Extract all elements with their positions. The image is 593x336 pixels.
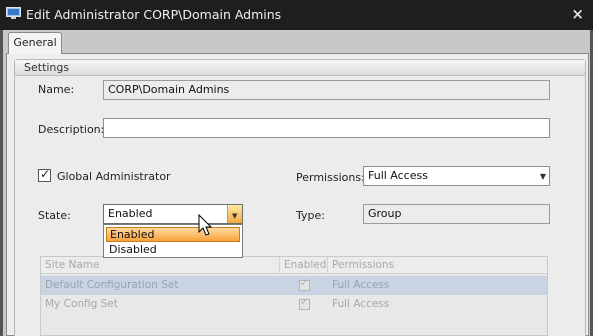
site-permissions-grid: Site Name Enabled Permissions Default Co… — [40, 256, 548, 336]
checkmark-icon: ✓ — [40, 167, 51, 181]
name-label: Name: — [38, 83, 75, 96]
checkmark-icon: ✓ — [300, 278, 309, 289]
column-header-enabled[interactable]: Enabled — [284, 259, 326, 271]
permissions-select[interactable]: Full Access ▼ — [363, 166, 550, 186]
tab-general[interactable]: General — [8, 32, 62, 54]
settings-group-header: Settings — [15, 60, 585, 76]
type-label: Type: — [296, 209, 325, 222]
state-dropdown-button[interactable]: ▼ — [227, 205, 242, 223]
permissions-select-value: Full Access — [368, 169, 428, 182]
site-name-cell: Default Configuration Set — [45, 279, 179, 291]
column-header-permissions[interactable]: Permissions — [332, 259, 394, 271]
chevron-down-icon: ▼ — [232, 212, 238, 220]
permissions-cell: Full Access — [332, 298, 390, 310]
site-name-cell: My Config Set — [45, 298, 118, 310]
title-bar: Edit Administrator CORP\Domain Admins × — [0, 0, 593, 30]
enabled-checkbox[interactable]: ✓ — [299, 278, 310, 291]
dropdown-option-enabled[interactable]: Enabled — [106, 227, 240, 242]
column-header-site-name[interactable]: Site Name — [45, 259, 99, 271]
dropdown-option-disabled[interactable]: Disabled — [106, 243, 240, 258]
grid-header: Site Name Enabled Permissions — [41, 257, 547, 274]
global-administrator-checkbox[interactable]: ✓ — [38, 167, 51, 182]
permissions-label: Permissions: — [296, 171, 365, 184]
name-field[interactable]: CORP\Domain Admins — [103, 80, 550, 100]
state-dropdown-list: Enabled Disabled — [103, 224, 243, 258]
checkmark-icon: ✓ — [300, 297, 309, 308]
window-title: Edit Administrator CORP\Domain Admins — [26, 7, 282, 22]
app-window-icon — [6, 7, 21, 19]
chevron-down-icon[interactable]: ▼ — [540, 170, 546, 184]
state-select-value: Enabled — [108, 207, 153, 220]
description-field[interactable] — [103, 118, 550, 138]
table-row[interactable]: My Config Set ✓ Full Access — [41, 295, 547, 314]
description-label: Description: — [38, 123, 105, 136]
enabled-checkbox[interactable]: ✓ — [299, 297, 310, 310]
state-label: State: — [38, 209, 71, 222]
permissions-cell: Full Access — [332, 279, 390, 291]
type-field: Group — [363, 204, 550, 224]
close-icon[interactable]: × — [571, 5, 584, 23]
mouse-pointer-icon — [198, 214, 213, 236]
table-row[interactable]: Default Configuration Set ✓ Full Access — [41, 276, 547, 295]
state-select[interactable]: Enabled ▼ — [103, 204, 243, 224]
global-administrator-label: Global Administrator — [57, 170, 171, 183]
